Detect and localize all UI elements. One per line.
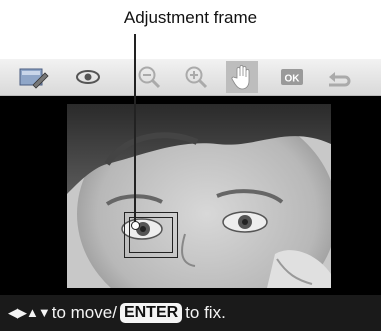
callout-leader-dot: [131, 221, 140, 230]
status-text-fix: to fix.: [185, 303, 226, 322]
callout-leader-line: [134, 34, 136, 224]
toolbar: OK: [0, 59, 381, 96]
preview-screen: [0, 96, 381, 295]
return-button[interactable]: [323, 61, 355, 93]
status-text-move: to move/: [51, 303, 117, 322]
enter-key-badge: ENTER: [119, 303, 183, 323]
ok-button[interactable]: OK: [276, 61, 308, 93]
return-icon: [329, 72, 351, 87]
image-edit-button[interactable]: [18, 61, 50, 93]
hand-icon: [231, 65, 250, 90]
move-button[interactable]: [226, 61, 258, 93]
eye-icon: [76, 70, 100, 84]
red-eye-button[interactable]: [72, 61, 104, 93]
zoom-out-icon: [138, 66, 161, 89]
status-bar: ◀▶▲▼ to move/ ENTER to fix.: [0, 295, 381, 331]
zoom-in-button[interactable]: [180, 61, 212, 93]
image-edit-icon: [19, 68, 49, 89]
zoom-out-button[interactable]: [133, 61, 165, 93]
direction-arrows-icon: ◀▶▲▼: [8, 305, 51, 320]
photo-preview: [67, 104, 331, 288]
callout-label: Adjustment frame: [123, 8, 258, 27]
child-face-image: [67, 104, 331, 288]
ok-label: OK: [285, 74, 301, 85]
ok-icon: OK: [281, 69, 303, 85]
zoom-in-icon: [185, 66, 208, 89]
